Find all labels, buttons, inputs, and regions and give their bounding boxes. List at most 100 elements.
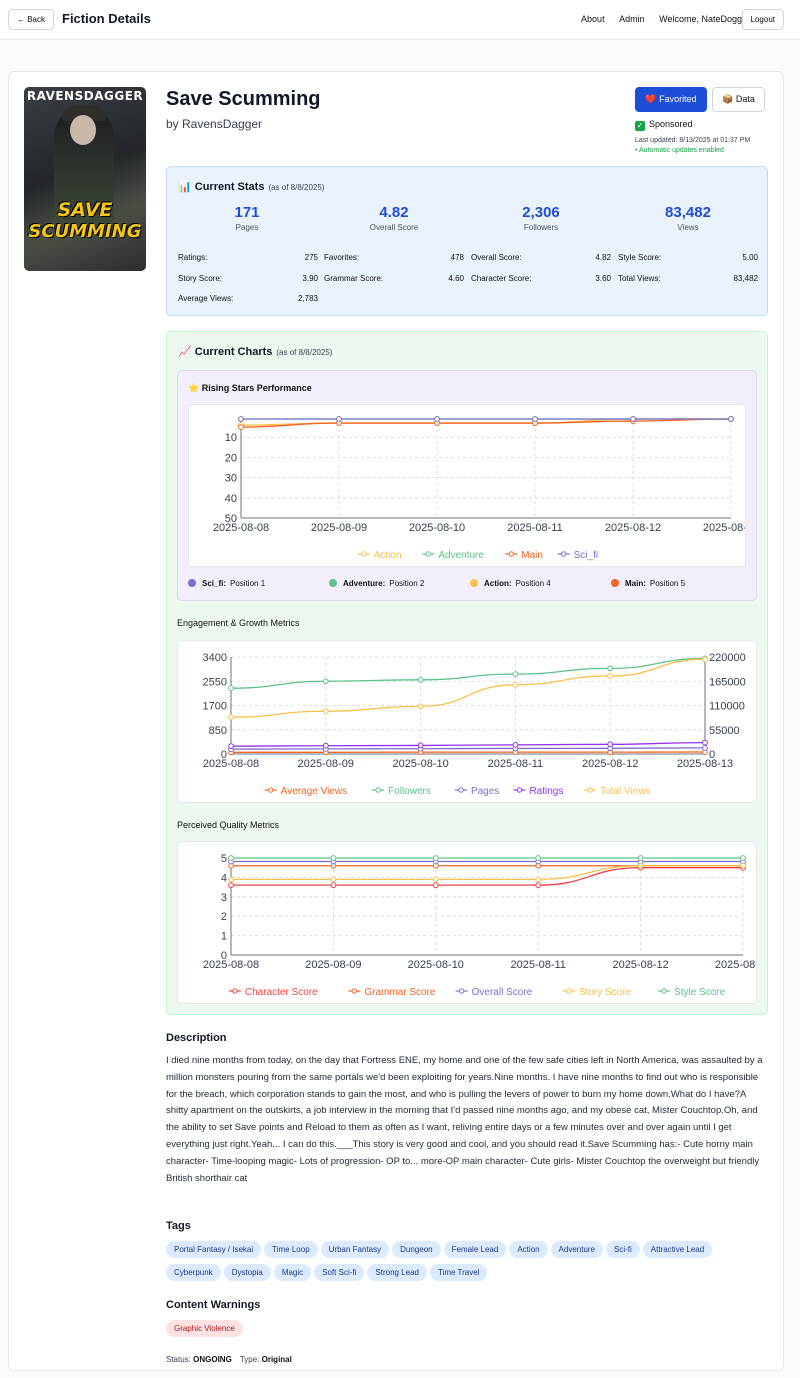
quality-chart[interactable]: 0 1 2 3 4 5 2025-08-08 2025-08-09 2025-08-10 2025… <box>177 841 757 1004</box>
legend-marker <box>361 551 367 557</box>
legend-label: Average Views <box>281 786 347 797</box>
charts-heading: 📈 Current Charts (as of 8/8/2025) <box>178 345 332 358</box>
position-text: Position 1 <box>230 579 266 588</box>
nav-admin-link[interactable]: Admin <box>619 14 645 24</box>
warning-tag[interactable]: Graphic Violence <box>166 1320 243 1337</box>
tag-item[interactable]: Sci-fi <box>606 1241 640 1258</box>
engagement-chart[interactable]: 0 850 1700 2550 3400 0 55000 110000 165000 220000… <box>177 640 757 803</box>
x-tick-label: 2025-08-12 <box>582 758 638 770</box>
data-point <box>228 855 234 861</box>
logout-button[interactable]: Logout <box>741 9 784 30</box>
y2-tick-label: 110000 <box>709 701 745 713</box>
legend-dot <box>188 579 196 587</box>
y-tick-label: 5 <box>221 853 227 865</box>
page-title: Fiction Details <box>62 11 151 26</box>
tag-item[interactable]: Action <box>509 1241 548 1258</box>
tag-item[interactable]: Dungeon <box>392 1241 441 1258</box>
stat-value: 171 <box>234 204 260 221</box>
rising-stars-title: ⭐ Rising Stars Performance <box>188 383 312 393</box>
cover-face <box>70 115 96 145</box>
detail-key: Overall Score: <box>471 253 522 262</box>
tag-item[interactable]: Time Loop <box>264 1241 318 1258</box>
cover-author-text: RAVENSDAGGER <box>26 89 144 103</box>
detail-value: 4.60 <box>448 274 464 283</box>
tag-item[interactable]: Adventure <box>550 1241 604 1258</box>
series-line <box>230 867 743 886</box>
x-tick-label: 2025-08-09 <box>298 758 354 770</box>
warnings-heading: Content Warnings <box>166 1299 261 1311</box>
chart-svg: 10203040502025-08-08 2025-08-09 2025-08-10… <box>213 416 745 561</box>
y-tick-label: 40 <box>225 493 237 505</box>
detail-key: Average Views: <box>178 294 234 303</box>
series-line <box>240 418 732 428</box>
x-tick-label: 2025-08-13 <box>715 959 756 971</box>
legend-marker <box>560 551 567 557</box>
stat-value: 4.82 <box>379 204 409 221</box>
data-point <box>702 744 708 751</box>
rising-stars-chart[interactable]: 10 20 30 40 50 2025-08-08 2025-08-09 2025-08-10… <box>188 404 746 567</box>
type-value: Original <box>261 1355 292 1364</box>
detail-value: 3.60 <box>595 274 611 283</box>
tag-item[interactable]: Attractive Lead <box>642 1241 713 1258</box>
legend-marker <box>508 551 514 557</box>
data-point <box>228 882 234 889</box>
fiction-author[interactable]: by RavensDagger <box>166 117 262 131</box>
cover-title-line1: SAVE <box>57 199 113 221</box>
data-point <box>322 708 329 715</box>
tag-item[interactable]: Cyberpunk <box>166 1264 221 1281</box>
fiction-title: Save Scumming <box>166 88 321 110</box>
sponsored-checkbox[interactable]: ✓ Sponsored <box>635 119 693 131</box>
tag-item[interactable]: Portal Fantasy / Isekai <box>166 1241 262 1258</box>
tag-item[interactable]: Urban Fantasy <box>320 1241 390 1258</box>
data-point <box>637 862 644 869</box>
legend-marker <box>375 787 381 793</box>
legend-marker <box>587 787 593 793</box>
check-icon: ✓ <box>635 121 645 131</box>
tag-item[interactable]: Strong Lead <box>367 1264 427 1281</box>
legend-label: Story Score <box>579 987 632 998</box>
y-tick-label: 10 <box>225 432 237 444</box>
legend-label: Adventure <box>438 550 484 561</box>
data-button[interactable]: 📦 Data <box>712 87 765 112</box>
data-point <box>512 671 519 678</box>
y-tick-label: 1700 <box>203 701 227 713</box>
legend-marker <box>232 988 238 994</box>
stat-views: 83,482 Views <box>618 204 758 232</box>
last-updated: Last updated: 8/13/2025 at 01:37 PM <box>635 137 751 144</box>
detail-key: Favorites: <box>324 253 360 262</box>
series-line <box>230 741 706 747</box>
x-tick-label: 2025-08-13 <box>703 522 745 534</box>
position-sci-fi: Sci_fi: Position 1 <box>188 579 265 588</box>
position-action: Action: Position 4 <box>470 579 551 588</box>
favorited-button[interactable]: ❤️ Favorited <box>635 87 707 112</box>
tag-item[interactable]: Dystopia <box>223 1264 271 1281</box>
data-point <box>417 703 424 710</box>
position-name: Adventure: <box>343 579 386 588</box>
legend-marker <box>458 787 464 793</box>
legend-marker <box>661 988 667 994</box>
stat-value: 2,306 <box>522 204 560 221</box>
x-tick-label: 2025-08-12 <box>605 522 661 534</box>
tag-item[interactable]: Time Travel <box>429 1264 488 1281</box>
data-point <box>228 876 234 883</box>
nav-about-link[interactable]: About <box>581 14 605 24</box>
legend-label: Followers <box>388 786 431 797</box>
data-point <box>740 855 746 861</box>
detail-value: 4.82 <box>595 253 611 262</box>
tag-item[interactable]: Soft Sci-fi <box>314 1264 365 1281</box>
x-tick-label: 2025-08-08 <box>203 959 259 971</box>
chart-svg: 0123452025-08-08 2025-08-09 2025-08-10 2025… <box>203 853 756 998</box>
x-tick-label: 2025-08-10 <box>392 758 448 770</box>
tag-item[interactable]: Female Lead <box>443 1241 507 1258</box>
welcome-user: Welcome, NateDogg <box>659 14 742 24</box>
detail-key: Story Score: <box>178 274 223 283</box>
stat-overall-score: 4.82 Overall Score <box>324 204 464 232</box>
y-tick-label: 4 <box>221 872 227 884</box>
x-tick-label: 2025-08-08 <box>203 758 259 770</box>
back-button[interactable]: ← Back <box>8 9 55 30</box>
series-line <box>230 747 706 750</box>
y-tick-label: 20 <box>225 452 237 464</box>
legend-dot <box>470 579 478 587</box>
y-tick-label: 30 <box>225 473 237 485</box>
tag-item[interactable]: Magic <box>273 1264 312 1281</box>
